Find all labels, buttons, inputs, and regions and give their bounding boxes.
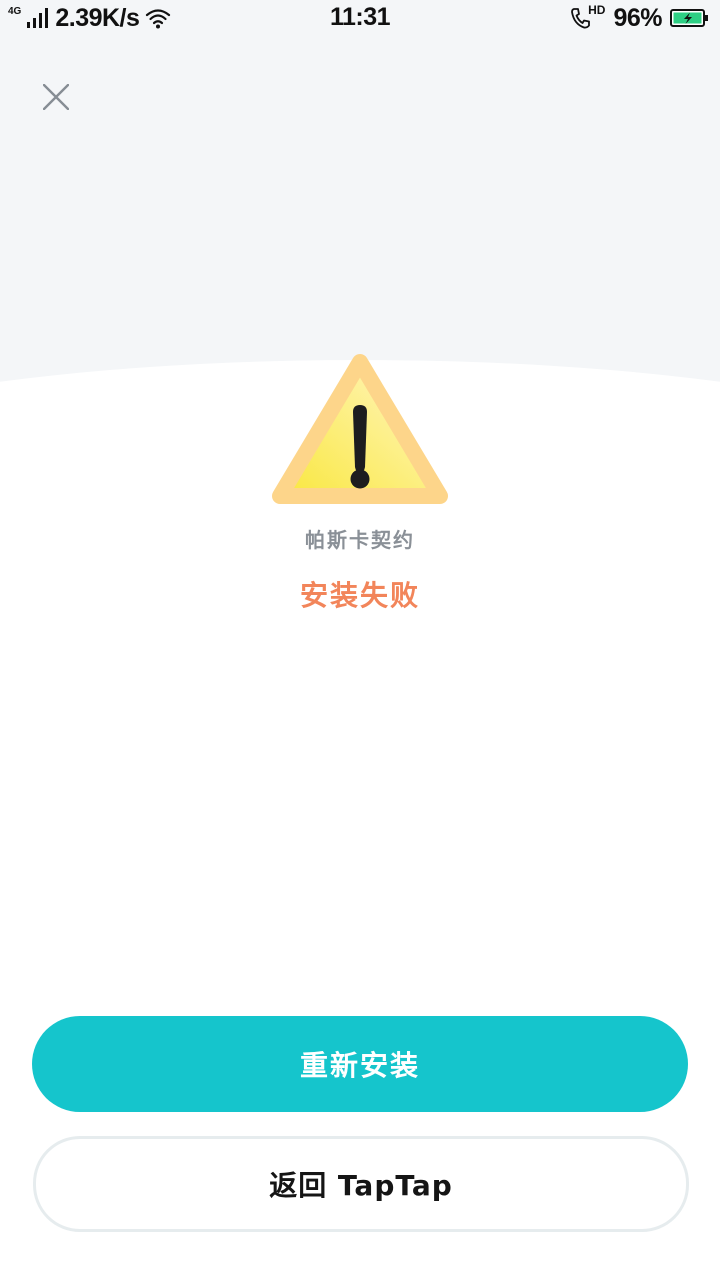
- phone-icon: [571, 8, 591, 29]
- close-button[interactable]: [36, 77, 76, 117]
- hd-label: HD: [588, 3, 606, 17]
- hd-call-indicator: HD: [570, 3, 605, 29]
- back-to-taptap-button[interactable]: 返回 TapTap: [33, 1136, 689, 1232]
- status-bar-right: HD 96%: [570, 3, 710, 32]
- battery-percent: 96%: [613, 3, 662, 32]
- install-status-text: 安装失败: [299, 579, 420, 612]
- app-name: 帕斯卡契约: [305, 528, 415, 552]
- warning-icon: [272, 354, 448, 504]
- battery-charging-icon: [670, 9, 708, 27]
- close-icon: [43, 84, 69, 110]
- reinstall-button[interactable]: 重新安装: [32, 1016, 688, 1112]
- status-bar: 4G 2.39K/s 11:31 HD 96%: [0, 0, 720, 36]
